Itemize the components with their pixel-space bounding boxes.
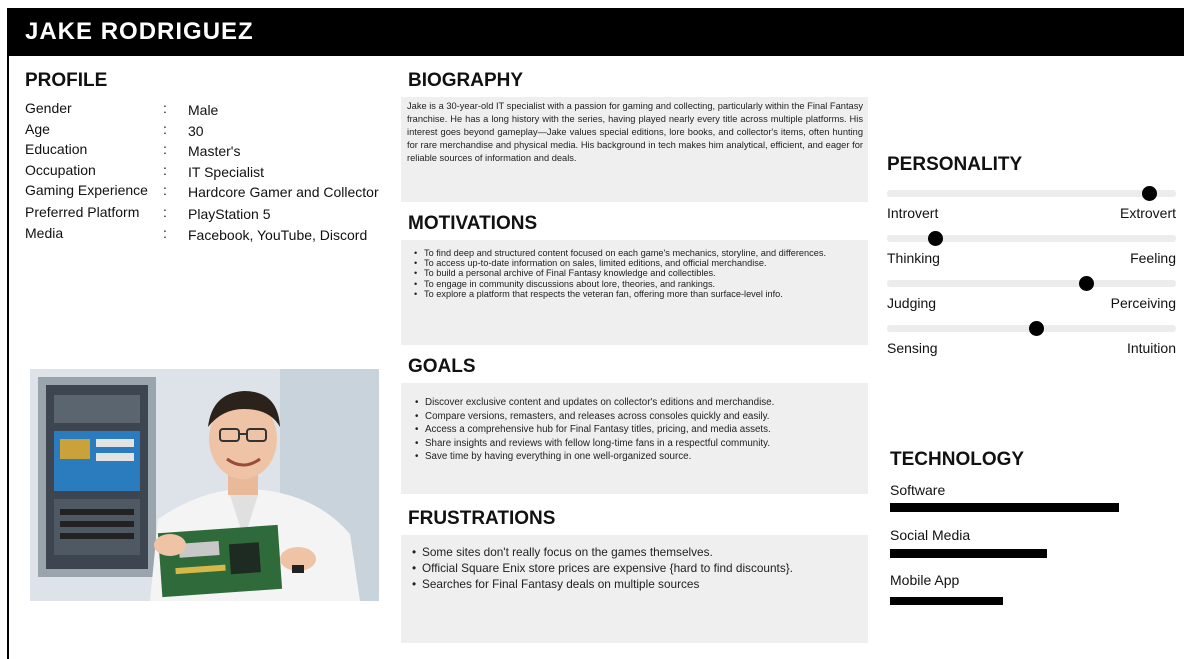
- trait-label-right: Perceiving: [1110, 295, 1176, 311]
- trait-slider-thinking-feeling: [887, 231, 1176, 246]
- goals-list: Discover exclusive content and updates o…: [413, 396, 865, 464]
- trait-slider-introvert-extrovert: [887, 186, 1176, 201]
- page-border: [7, 8, 9, 659]
- technology-heading: TECHNOLOGY: [890, 449, 1025, 470]
- list-item: To access up-to-date information on sale…: [412, 258, 864, 268]
- list-item: Save time by having everything in one we…: [413, 450, 865, 464]
- motivations-heading: MOTIVATIONS: [408, 213, 538, 234]
- frustrations-list: Some sites don't really focus on the gam…: [410, 544, 865, 592]
- tech-label: Mobile App: [890, 572, 960, 588]
- profile-key: Age: [25, 121, 50, 137]
- profile-key: Education: [25, 141, 88, 157]
- slider-knob: [1142, 186, 1157, 201]
- biography-heading: BIOGRAPHY: [408, 70, 524, 91]
- profile-separator: :: [163, 121, 167, 137]
- list-item: To find deep and structured content focu…: [412, 248, 864, 258]
- profile-separator: :: [163, 100, 167, 116]
- profile-value: 30: [188, 123, 204, 139]
- tech-bar-social-media: [890, 549, 1047, 558]
- profile-value: Master's: [188, 143, 241, 159]
- list-item: Some sites don't really focus on the gam…: [410, 544, 865, 560]
- persona-photo-illustration: [30, 369, 379, 601]
- trait-label-left: Sensing: [887, 340, 938, 356]
- profile-separator: :: [163, 162, 167, 178]
- list-item: Access a comprehensive hub for Final Fan…: [413, 423, 865, 437]
- profile-value: IT Specialist: [188, 164, 264, 180]
- trait-label-left: Thinking: [887, 250, 940, 266]
- persona-photo: [30, 369, 379, 601]
- trait-label-left: Introvert: [887, 205, 939, 221]
- tech-bar-mobile-app: [890, 597, 1003, 605]
- profile-value: Male: [188, 102, 219, 118]
- list-item: Compare versions, remasters, and release…: [413, 410, 865, 424]
- profile-key: Occupation: [25, 162, 96, 178]
- profile-key: Preferred Platform: [25, 204, 140, 220]
- trait-label-right: Intuition: [1126, 340, 1176, 356]
- profile-key: Gender: [25, 100, 72, 116]
- list-item: Searches for Final Fantasy deals on mult…: [410, 576, 865, 592]
- profile-heading: PROFILE: [25, 70, 108, 91]
- list-item: To engage in community discussions about…: [412, 279, 864, 289]
- trait-slider-sensing-intuition: [887, 321, 1176, 336]
- list-item: Official Square Enix store prices are ex…: [410, 560, 865, 576]
- profile-value: PlayStation 5: [188, 206, 271, 222]
- trait-label-right: Extrovert: [1119, 205, 1176, 221]
- trait-label-left: Judging: [887, 295, 937, 311]
- profile-separator: :: [163, 204, 167, 220]
- list-item: To explore a platform that respects the …: [412, 289, 864, 299]
- list-item: Share insights and reviews with fellow l…: [413, 437, 865, 451]
- frustrations-heading: FRUSTRATIONS: [408, 508, 556, 529]
- list-item: To build a personal archive of Final Fan…: [412, 268, 864, 278]
- slider-knob: [1079, 276, 1094, 291]
- trait-label-right: Feeling: [1130, 250, 1176, 266]
- goals-heading: GOALS: [408, 356, 476, 377]
- profile-value: Hardcore Gamer and Collector: [188, 184, 379, 200]
- profile-key: Media: [25, 225, 64, 241]
- trait-slider-judging-perceiving: [887, 276, 1176, 291]
- biography-text: Jake is a 30-year-old IT specialist with…: [407, 101, 863, 163]
- persona-name: JAKE RODRIGUEZ: [25, 18, 254, 45]
- tech-bar-software: [890, 503, 1119, 512]
- tech-label: Social Media: [890, 527, 971, 543]
- header-bar: JAKE RODRIGUEZ: [7, 8, 1184, 56]
- motivations-list: To find deep and structured content focu…: [412, 248, 864, 299]
- profile-separator: :: [163, 225, 167, 241]
- slider-knob: [928, 231, 943, 246]
- personality-heading: PERSONALITY: [887, 154, 1023, 175]
- slider-knob: [1029, 321, 1044, 336]
- profile-separator: :: [163, 141, 167, 157]
- tech-label: Software: [890, 482, 946, 498]
- profile-key: Gaming Experience: [25, 182, 148, 198]
- profile-value: Facebook, YouTube, Discord: [188, 227, 368, 243]
- profile-separator: :: [163, 182, 167, 198]
- list-item: Discover exclusive content and updates o…: [413, 396, 865, 410]
